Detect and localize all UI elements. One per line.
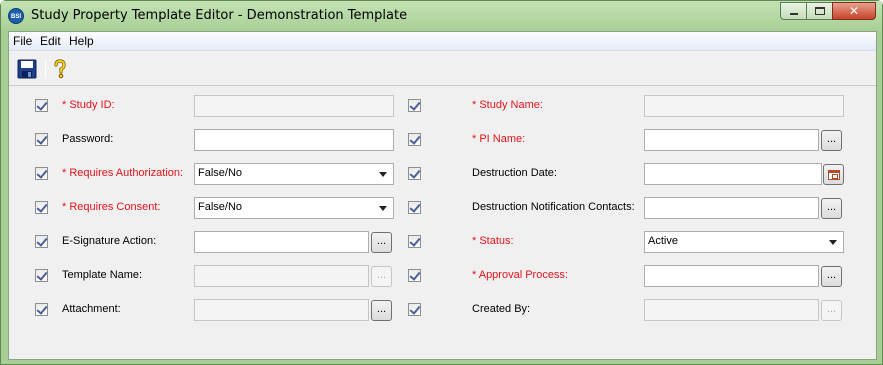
pi-name-label: * PI Name: — [472, 133, 526, 145]
save-icon — [17, 59, 37, 79]
properties-panel: * Study ID: * Study Name: Password: * PI… — [9, 85, 876, 353]
chevron-down-icon[interactable] — [825, 234, 841, 250]
row-password: Password: * PI Name: ... — [9, 129, 876, 151]
password-label: Password: — [62, 133, 114, 145]
template-name-field[interactable] — [194, 265, 369, 287]
destruction-contacts-browse-button[interactable]: ... — [821, 198, 842, 219]
requires-consent-label: * Requires Consent: — [62, 201, 161, 213]
status-select[interactable]: Active — [644, 231, 844, 253]
approval-process-label: * Approval Process: — [472, 269, 568, 281]
status-label: * Status: — [472, 235, 514, 247]
password-field[interactable] — [194, 129, 394, 151]
client-area: File Edit Help * Study ID: * Study Name:… — [8, 31, 877, 360]
study-name-field[interactable] — [644, 95, 844, 117]
requires-authorization-label: * Requires Authorization: — [62, 167, 184, 179]
status-value: Active — [648, 235, 678, 247]
esignature-action-browse-button[interactable]: ... — [371, 232, 392, 253]
date-picker-button[interactable] — [823, 164, 844, 185]
window-title: Study Property Template Editor - Demonst… — [31, 8, 408, 23]
menu-file[interactable]: File — [13, 34, 32, 48]
approval-process-browse-button[interactable]: ... — [821, 266, 842, 287]
created-by-browse-button: ... — [821, 300, 842, 321]
pi-name-checkbox[interactable] — [408, 133, 421, 146]
help-icon — [54, 59, 66, 79]
minimize-button[interactable] — [780, 2, 807, 20]
approval-process-checkbox[interactable] — [408, 269, 421, 282]
minimize-icon — [790, 13, 798, 15]
pi-name-browse-button[interactable]: ... — [821, 130, 842, 151]
attachment-checkbox[interactable] — [35, 303, 48, 316]
template-name-checkbox[interactable] — [35, 269, 48, 282]
destruction-contacts-field[interactable] — [644, 197, 819, 219]
esignature-action-label: E-Signature Action: — [62, 235, 157, 247]
row-esignature-action: E-Signature Action: ... * Status: Active — [9, 231, 876, 253]
template-name-browse-button: ... — [371, 266, 392, 287]
study-name-label: * Study Name: — [472, 99, 543, 111]
requires-authorization-checkbox[interactable] — [35, 167, 48, 180]
maximize-icon — [815, 7, 825, 15]
close-icon: ✕ — [848, 4, 860, 18]
requires-consent-select[interactable]: False/No — [194, 197, 394, 219]
menu-bar: File Edit Help — [9, 32, 876, 51]
study-id-field[interactable] — [194, 95, 394, 117]
study-name-checkbox[interactable] — [408, 99, 421, 112]
requires-authorization-value: False/No — [198, 167, 243, 179]
attachment-field[interactable] — [194, 299, 369, 321]
destruction-date-field[interactable] — [644, 163, 822, 185]
template-name-label: Template Name: — [62, 269, 143, 281]
study-id-label: * Study ID: — [62, 99, 115, 111]
created-by-field[interactable] — [644, 299, 819, 321]
study-id-checkbox[interactable] — [35, 99, 48, 112]
caption-buttons: ✕ — [780, 2, 876, 20]
row-requires-authorization: * Requires Authorization: False/No Destr… — [9, 163, 876, 185]
attachment-label: Attachment: — [62, 303, 121, 315]
maximize-button[interactable] — [806, 2, 833, 20]
requires-consent-value: False/No — [198, 201, 243, 213]
title-bar[interactable]: BSI Study Property Template Editor - Dem… — [1, 1, 882, 31]
requires-authorization-select[interactable]: False/No — [194, 163, 394, 185]
calendar-icon — [828, 170, 840, 180]
help-button[interactable] — [50, 59, 70, 79]
close-button[interactable]: ✕ — [832, 2, 876, 20]
attachment-browse-button[interactable]: ... — [371, 300, 392, 321]
chevron-down-icon[interactable] — [375, 166, 391, 182]
save-button[interactable] — [17, 59, 37, 79]
toolbar-separator — [45, 60, 46, 78]
esignature-action-checkbox[interactable] — [35, 235, 48, 248]
esignature-action-field[interactable] — [194, 231, 369, 253]
row-study-id: * Study ID: * Study Name: — [9, 95, 876, 117]
row-template-name: Template Name: ... * Approval Process: .… — [9, 265, 876, 287]
status-checkbox[interactable] — [408, 235, 421, 248]
requires-consent-checkbox[interactable] — [35, 201, 48, 214]
pi-name-field[interactable] — [644, 129, 819, 151]
row-requires-consent: * Requires Consent: False/No Destruction… — [9, 197, 876, 219]
chevron-down-icon[interactable] — [375, 200, 391, 216]
created-by-checkbox[interactable] — [408, 303, 421, 316]
destruction-contacts-label: Destruction Notification Contacts: — [472, 201, 635, 213]
app-logo-icon: BSI — [8, 8, 24, 24]
toolbar — [9, 52, 876, 82]
menu-help[interactable]: Help — [69, 34, 94, 48]
approval-process-field[interactable] — [644, 265, 819, 287]
password-checkbox[interactable] — [35, 133, 48, 146]
menu-edit[interactable]: Edit — [40, 34, 61, 48]
row-attachment: Attachment: ... Created By: ... — [9, 299, 876, 321]
destruction-date-label: Destruction Date: — [472, 167, 557, 179]
destruction-contacts-checkbox[interactable] — [408, 201, 421, 214]
destruction-date-checkbox[interactable] — [408, 167, 421, 180]
created-by-label: Created By: — [472, 303, 531, 315]
app-window: BSI Study Property Template Editor - Dem… — [0, 0, 883, 365]
